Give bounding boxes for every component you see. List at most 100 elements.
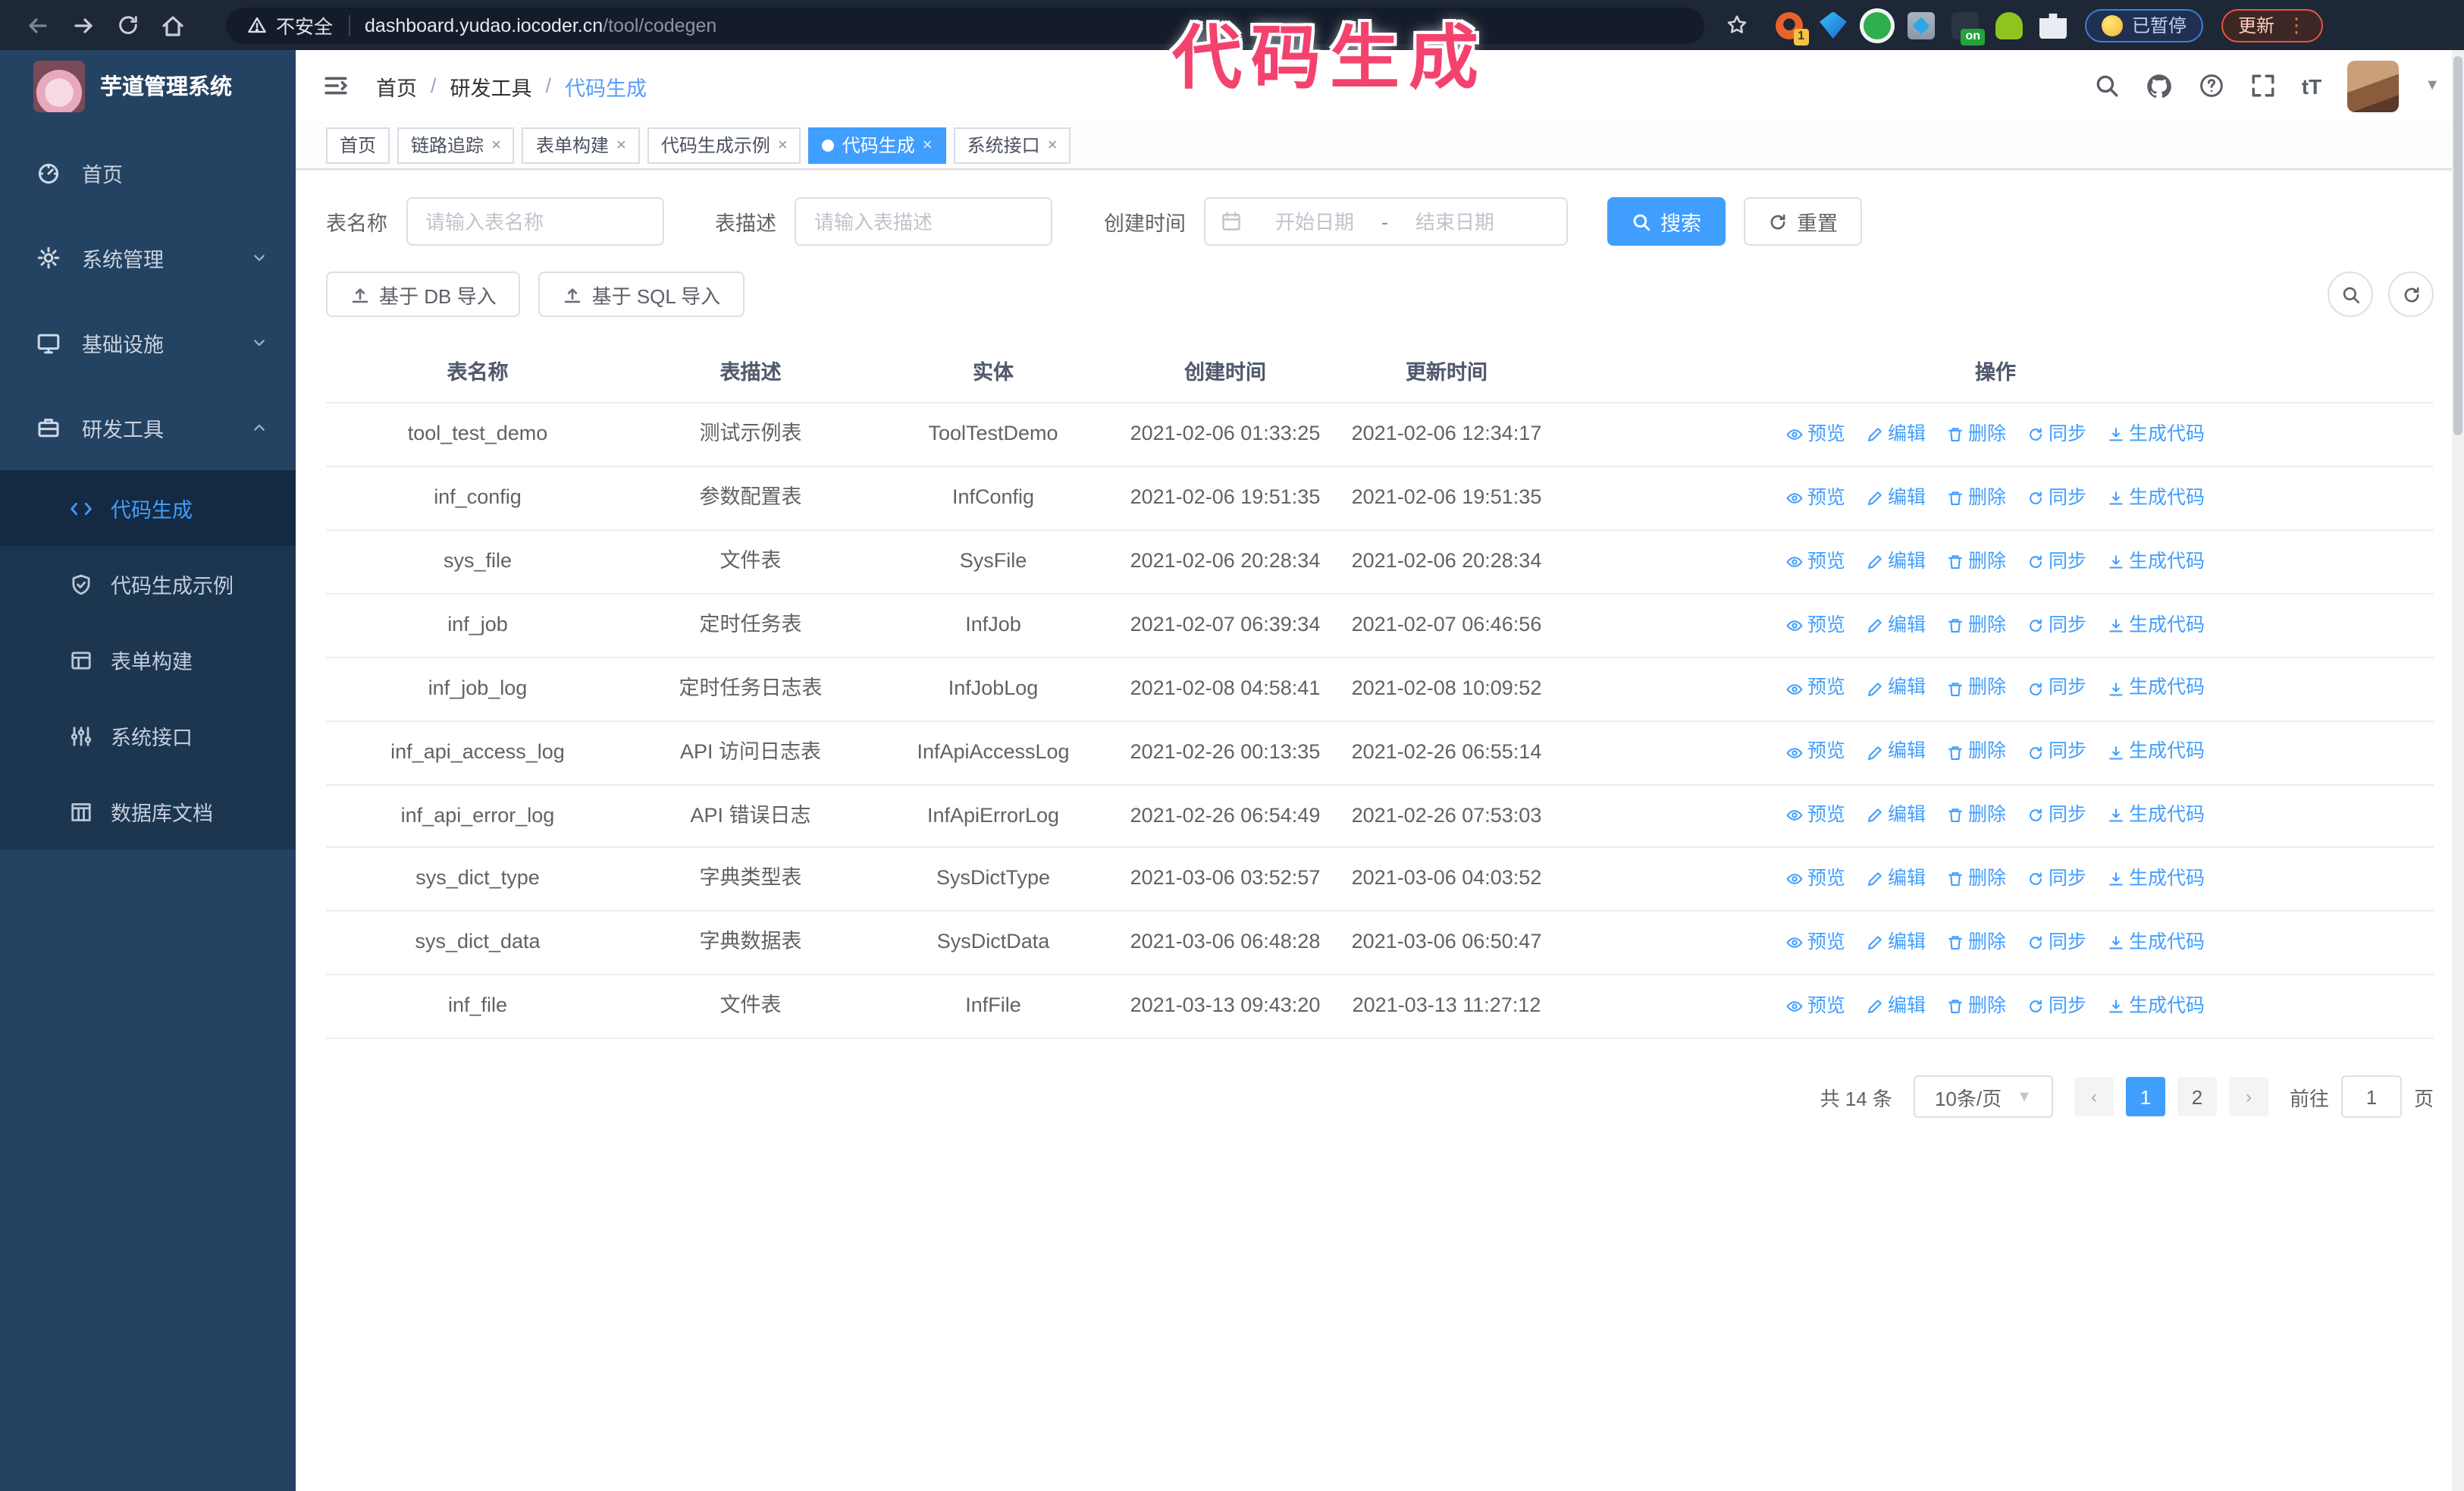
preview-link[interactable]: 预览 (1786, 802, 1845, 831)
edit-link[interactable]: 编辑 (1867, 992, 1926, 1022)
back-icon[interactable] (26, 13, 50, 37)
page-button-2[interactable]: 2 (2177, 1077, 2217, 1117)
generate-code-link[interactable]: 生成代码 (2108, 928, 2205, 958)
bookmark-star-icon[interactable] (1726, 14, 1748, 36)
search-button[interactable]: 搜索 (1607, 197, 1726, 246)
next-page-button[interactable]: › (2228, 1077, 2268, 1117)
page-button-1[interactable]: 1 (2125, 1077, 2165, 1117)
sync-link[interactable]: 同步 (2027, 865, 2086, 894)
close-icon[interactable]: × (491, 136, 501, 154)
update-browser-button[interactable]: 更新 ⋮ (2221, 8, 2324, 42)
sync-link[interactable]: 同步 (2027, 483, 2086, 513)
delete-link[interactable]: 删除 (1947, 611, 2006, 640)
edit-link[interactable]: 编辑 (1867, 865, 1926, 894)
generate-code-link[interactable]: 生成代码 (2108, 420, 2205, 450)
sync-link[interactable]: 同步 (2027, 547, 2086, 576)
import-sql-button[interactable]: 基于 SQL 导入 (538, 272, 745, 317)
extension-icon-7[interactable] (2039, 13, 2067, 39)
paused-extension-button[interactable]: 已暂停 (2085, 8, 2204, 42)
help-icon[interactable] (2199, 73, 2224, 99)
tab-item[interactable]: 代码生成示例 × (647, 127, 801, 163)
edit-link[interactable]: 编辑 (1867, 928, 1926, 958)
generate-code-link[interactable]: 生成代码 (2108, 865, 2205, 894)
import-db-button[interactable]: 基于 DB 导入 (326, 272, 521, 317)
page-scrollbar[interactable] (2452, 50, 2464, 1491)
breadcrumb-home[interactable]: 首页 (376, 71, 417, 101)
sync-link[interactable]: 同步 (2027, 738, 2086, 767)
extension-icon-4[interactable] (1908, 11, 1935, 39)
preview-link[interactable]: 预览 (1786, 674, 1845, 704)
generate-code-link[interactable]: 生成代码 (2108, 547, 2205, 576)
fullscreen-icon[interactable] (2250, 73, 2276, 99)
start-date-input[interactable] (1251, 210, 1378, 233)
sync-link[interactable]: 同步 (2027, 928, 2086, 958)
generate-code-link[interactable]: 生成代码 (2108, 738, 2205, 767)
sidebar-item[interactable]: 研发工具 (0, 385, 296, 470)
prev-page-button[interactable]: ‹ (2074, 1077, 2114, 1117)
url-path[interactable]: /tool/codegen (603, 14, 716, 36)
user-avatar[interactable] (2347, 60, 2400, 111)
extension-icon-2[interactable] (1820, 11, 1847, 39)
generate-code-link[interactable]: 生成代码 (2108, 802, 2205, 831)
extension-icon-5[interactable]: on (1951, 11, 1985, 45)
edit-link[interactable]: 编辑 (1867, 547, 1926, 576)
edit-link[interactable]: 编辑 (1867, 738, 1926, 767)
tab-item[interactable]: 首页 (326, 127, 390, 163)
table-desc-input[interactable] (795, 197, 1052, 246)
sync-link[interactable]: 同步 (2027, 802, 2086, 831)
sidebar-subitem[interactable]: 代码生成示例 (0, 546, 296, 622)
goto-page-input[interactable] (2340, 1075, 2402, 1119)
preview-link[interactable]: 预览 (1786, 738, 1845, 767)
tab-active[interactable]: 代码生成 × (808, 127, 946, 163)
sidebar-item[interactable]: 基础设施 (0, 300, 296, 385)
github-icon[interactable] (2146, 72, 2173, 99)
forward-icon[interactable] (71, 13, 96, 37)
reload-icon[interactable] (117, 14, 140, 36)
preview-link[interactable]: 预览 (1786, 420, 1845, 450)
edit-link[interactable]: 编辑 (1867, 802, 1926, 831)
generate-code-link[interactable]: 生成代码 (2108, 483, 2205, 513)
preview-link[interactable]: 预览 (1786, 611, 1845, 640)
caret-down-icon[interactable]: ▼ (2425, 77, 2440, 94)
edit-link[interactable]: 编辑 (1867, 674, 1926, 704)
generate-code-link[interactable]: 生成代码 (2108, 674, 2205, 704)
tab-item[interactable]: 链路追踪 × (397, 127, 515, 163)
delete-link[interactable]: 删除 (1947, 674, 2006, 704)
preview-link[interactable]: 预览 (1786, 483, 1845, 513)
sidebar-subitem[interactable]: 数据库文档 (0, 774, 296, 849)
reset-button[interactable]: 重置 (1744, 197, 1862, 246)
sidebar-subitem[interactable]: 代码生成 (0, 470, 296, 546)
sidebar-toggle-icon[interactable] (323, 73, 349, 99)
extension-icon-1[interactable]: 1 (1776, 11, 1809, 45)
delete-link[interactable]: 删除 (1947, 483, 2006, 513)
close-icon[interactable]: × (923, 136, 933, 154)
extension-icon-3[interactable] (1864, 11, 1891, 39)
delete-link[interactable]: 删除 (1947, 420, 2006, 450)
close-icon[interactable]: × (778, 136, 788, 154)
sidebar-subitem[interactable]: 系统接口 (0, 698, 296, 774)
delete-link[interactable]: 删除 (1947, 865, 2006, 894)
sync-link[interactable]: 同步 (2027, 992, 2086, 1022)
close-icon[interactable]: × (1048, 136, 1058, 154)
font-size-icon[interactable]: tT (2302, 74, 2321, 98)
generate-code-link[interactable]: 生成代码 (2108, 611, 2205, 640)
breadcrumb-tools[interactable]: 研发工具 (450, 71, 532, 101)
delete-link[interactable]: 删除 (1947, 547, 2006, 576)
tab-item[interactable]: 表单构建 × (522, 127, 640, 163)
delete-link[interactable]: 删除 (1947, 928, 2006, 958)
preview-link[interactable]: 预览 (1786, 928, 1845, 958)
refresh-table-button[interactable] (2388, 272, 2434, 317)
edit-link[interactable]: 编辑 (1867, 611, 1926, 640)
page-size-select[interactable]: 10条/页 ▼ (1913, 1075, 2053, 1119)
table-name-input[interactable] (406, 197, 663, 246)
url-host[interactable]: dashboard.yudao.iocoder.cn (365, 14, 603, 36)
sidebar-item[interactable]: 首页 (0, 130, 296, 215)
delete-link[interactable]: 删除 (1947, 802, 2006, 831)
home-icon[interactable] (161, 13, 185, 37)
security-label[interactable]: 不安全 (276, 11, 333, 39)
sync-link[interactable]: 同步 (2027, 420, 2086, 450)
sync-link[interactable]: 同步 (2027, 674, 2086, 704)
search-icon[interactable] (2094, 73, 2120, 99)
toggle-search-button[interactable] (2328, 272, 2373, 317)
edit-link[interactable]: 编辑 (1867, 483, 1926, 513)
